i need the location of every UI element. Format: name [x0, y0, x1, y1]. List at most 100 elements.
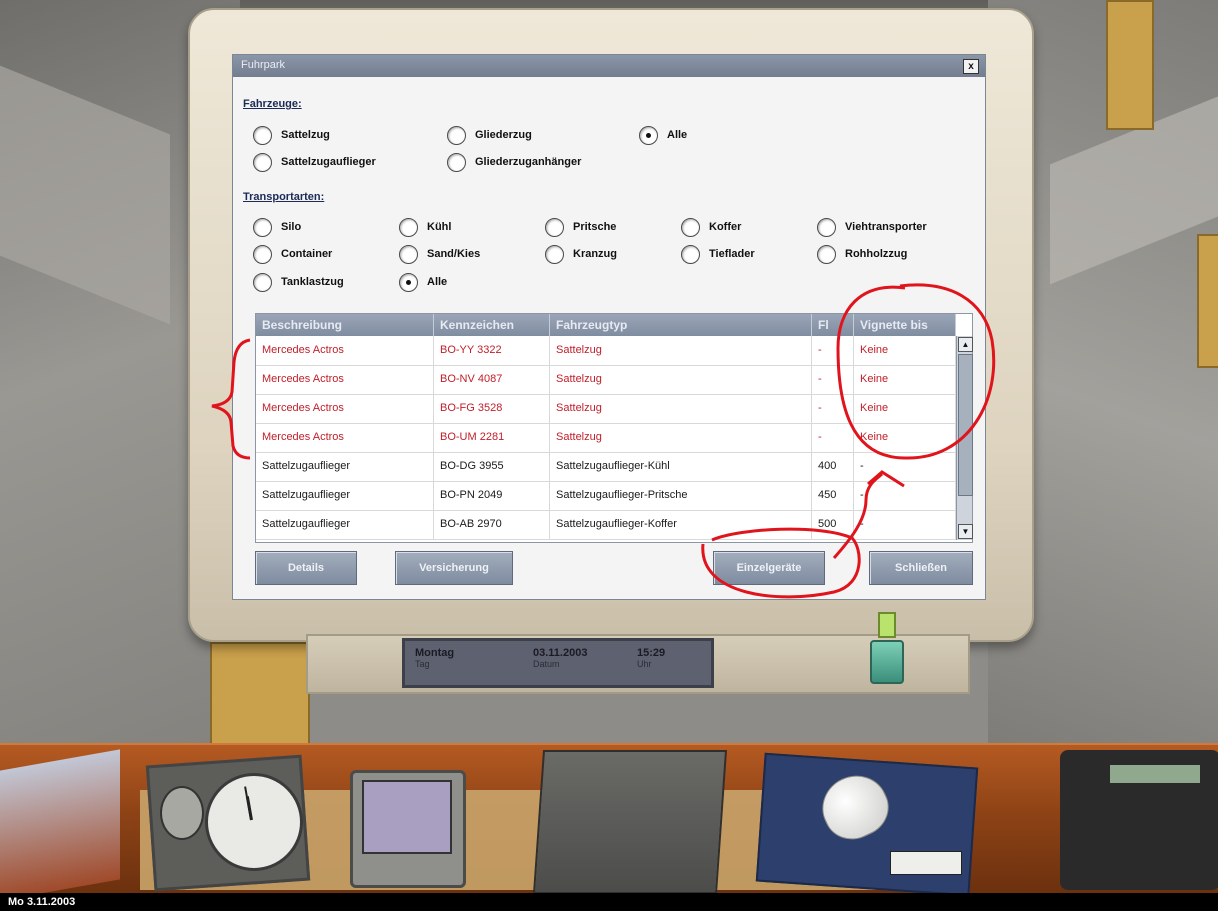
- lcd-date-value: 03.11.2003: [533, 647, 588, 659]
- radio-button-icon[interactable]: [253, 125, 272, 145]
- table-row[interactable]: Mercedes Actros BO-UM 2281 Sattelzug - Keine: [256, 423, 956, 453]
- table-cell-type: Sattelzug: [550, 365, 812, 394]
- taskbar: Mo 3.11.2003: [0, 893, 1218, 911]
- table-row[interactable]: Sattelzugauflieger BO-AB 2970 Sattelzugauf…: [256, 510, 956, 540]
- radio-label: Silo: [281, 221, 302, 233]
- scroll-thumb[interactable]: [958, 354, 973, 496]
- table-scrollbar[interactable]: ▲ ▼: [956, 336, 973, 540]
- window-titlebar[interactable]: Fuhrpark x: [233, 55, 985, 77]
- office-door[interactable]: [1197, 234, 1218, 368]
- radio-button-icon[interactable]: [253, 152, 272, 172]
- document-tray[interactable]: [532, 750, 728, 894]
- table-row[interactable]: Mercedes Actros BO-YY 3322 Sattelzug - Keine: [256, 336, 956, 366]
- radio-tieflader[interactable]: Tieflader: [681, 244, 755, 264]
- radio-button-icon[interactable]: [681, 244, 700, 264]
- lcd-date: 03.11.2003 Datum: [533, 647, 587, 669]
- table-cell-type: Sattelzug: [550, 336, 812, 365]
- radio-button-icon[interactable]: [639, 125, 658, 145]
- column-header-kennzeichen[interactable]: Kennzeichen: [434, 314, 550, 336]
- radio-label: Alle: [427, 276, 448, 288]
- taskbar-date: Mo 3.11.2003: [8, 896, 76, 908]
- table-cell-fl: -: [812, 423, 854, 452]
- table-cell-plate: BO-UM 2281: [434, 423, 550, 452]
- scroll-up-icon[interactable]: ▲: [958, 337, 973, 352]
- table-cell-desc: Sattelzugauflieger: [256, 481, 434, 510]
- radio-sattelzugauflieger[interactable]: Sattelzugauflieger: [253, 152, 376, 172]
- radio-sattelzug[interactable]: Sattelzug: [253, 125, 330, 145]
- radio-button-icon[interactable]: [253, 272, 272, 292]
- radio-label: Rohholzzug: [845, 248, 908, 260]
- radio-button-icon[interactable]: [447, 152, 466, 172]
- radio-gliederzuganhaenger[interactable]: Gliederzuganhänger: [447, 152, 581, 172]
- radio-label: Sattelzug: [281, 129, 330, 141]
- details-button[interactable]: Details: [255, 551, 357, 585]
- table-cell-fl: -: [812, 394, 854, 423]
- radio-vehicles-all[interactable]: Alle: [639, 125, 687, 145]
- radio-label: Tanklastzug: [281, 276, 344, 288]
- radio-transport-all[interactable]: Alle: [399, 272, 447, 292]
- table-cell-plate: BO-PN 2049: [434, 481, 550, 510]
- clock-icon[interactable]: [205, 773, 303, 871]
- table-cell-vignette: Keine: [854, 336, 956, 365]
- accessories-button[interactable]: Einzelgeräte: [713, 551, 825, 585]
- radio-label: Viehtransporter: [845, 221, 927, 233]
- power-button[interactable]: [870, 640, 904, 684]
- table-header: Beschreibung Kennzeichen Fahrzeugtyp Fl …: [256, 314, 956, 336]
- radio-gliederzug[interactable]: Gliederzug: [447, 125, 532, 145]
- table-cell-plate: BO-FG 3528: [434, 394, 550, 423]
- radio-button-icon[interactable]: [545, 217, 564, 237]
- insurance-button[interactable]: Versicherung: [395, 551, 513, 585]
- close-icon[interactable]: x: [963, 59, 979, 74]
- radio-button-icon[interactable]: [447, 125, 466, 145]
- radio-pritsche[interactable]: Pritsche: [545, 217, 616, 237]
- office-door[interactable]: [210, 642, 310, 758]
- radio-container[interactable]: Container: [253, 244, 332, 264]
- radio-sand-kies[interactable]: Sand/Kies: [399, 244, 480, 264]
- table-row[interactable]: Mercedes Actros BO-FG 3528 Sattelzug - Keine: [256, 394, 956, 424]
- radio-koffer[interactable]: Koffer: [681, 217, 741, 237]
- radio-viehtransporter[interactable]: Viehtransporter: [817, 217, 927, 237]
- radio-button-icon[interactable]: [253, 244, 272, 264]
- radio-button-icon[interactable]: [399, 217, 418, 237]
- telephone-display: [1110, 765, 1200, 783]
- table-cell-type: Sattelzugauflieger-Kühl: [550, 452, 812, 481]
- radio-button-icon[interactable]: [399, 244, 418, 264]
- table-row[interactable]: Sattelzugauflieger BO-DG 3955 Sattelzugauf…: [256, 452, 956, 482]
- radio-label: Sattelzugauflieger: [281, 156, 376, 168]
- column-header-vignette[interactable]: Vignette bis: [854, 314, 956, 336]
- radio-button-icon[interactable]: [681, 217, 700, 237]
- table-cell-desc: Mercedes Actros: [256, 365, 434, 394]
- column-header-beschreibung[interactable]: Beschreibung: [256, 314, 434, 336]
- radio-kranzug[interactable]: Kranzug: [545, 244, 617, 264]
- radio-button-icon[interactable]: [253, 217, 272, 237]
- truck-model[interactable]: [0, 749, 120, 901]
- mousepad-logo: [890, 851, 962, 875]
- table-cell-plate: BO-NV 4087: [434, 365, 550, 394]
- radio-tanklastzug[interactable]: Tanklastzug: [253, 272, 344, 292]
- vehicle-table: Beschreibung Kennzeichen Fahrzeugtyp Fl …: [255, 313, 973, 543]
- radio-button-icon[interactable]: [817, 244, 836, 264]
- radio-rohholzzug[interactable]: Rohholzzug: [817, 244, 907, 264]
- column-header-fl[interactable]: Fl: [812, 314, 854, 336]
- table-cell-desc: Mercedes Actros: [256, 394, 434, 423]
- radio-button-icon[interactable]: [399, 272, 418, 292]
- office-door[interactable]: [1106, 0, 1154, 130]
- radio-kuehl[interactable]: Kühl: [399, 217, 451, 237]
- table-row[interactable]: Sattelzugauflieger BO-PN 2049 Sattelzugauf…: [256, 481, 956, 511]
- fleet-window: Fuhrpark x Fahrzeuge: Sattelzug Gliederz…: [232, 54, 986, 600]
- column-header-fahrzeugtyp[interactable]: Fahrzeugtyp: [550, 314, 812, 336]
- radio-silo[interactable]: Silo: [253, 217, 301, 237]
- table-cell-desc: Sattelzugauflieger: [256, 510, 434, 539]
- table-cell-type: Sattelzug: [550, 423, 812, 452]
- lcd-time: 15:29 Uhr: [637, 647, 665, 669]
- scroll-down-icon[interactable]: ▼: [958, 524, 973, 539]
- radio-label: Pritsche: [573, 221, 617, 233]
- table-cell-fl: 450: [812, 481, 854, 510]
- table-row[interactable]: Mercedes Actros BO-NV 4087 Sattelzug - Keine: [256, 365, 956, 395]
- radio-button-icon[interactable]: [817, 217, 836, 237]
- radio-button-icon[interactable]: [545, 244, 564, 264]
- lcd-day-label: Tag: [415, 659, 430, 669]
- close-button[interactable]: Schließen: [869, 551, 973, 585]
- radio-label: Tieflader: [709, 248, 755, 260]
- table-cell-fl: 500: [812, 510, 854, 539]
